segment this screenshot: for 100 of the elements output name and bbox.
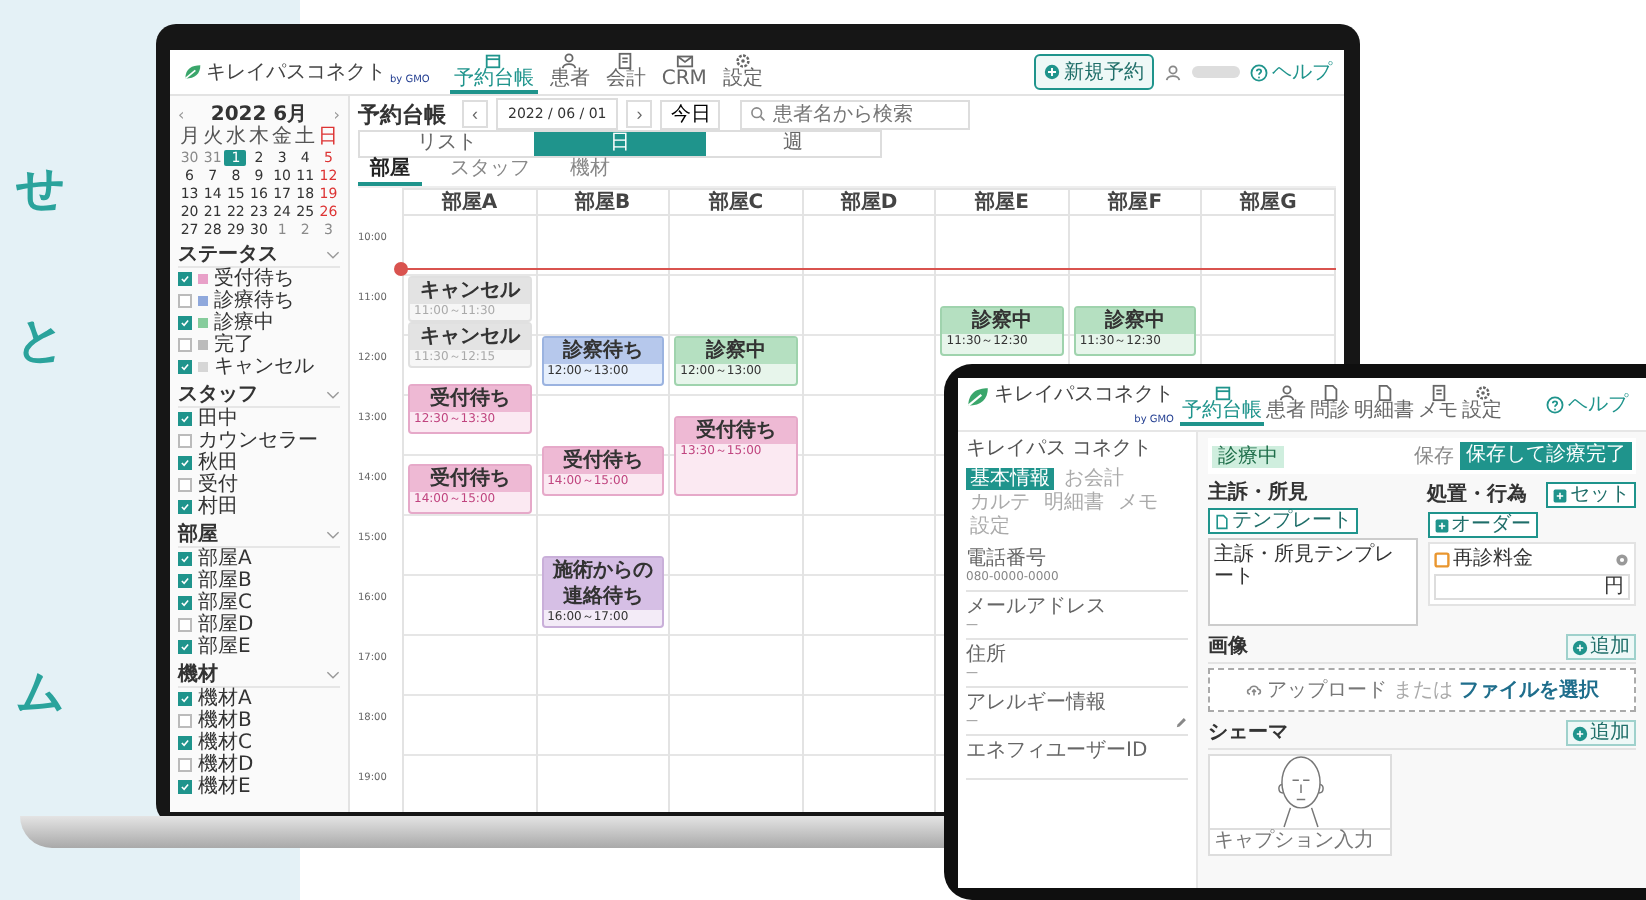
file-drop-area[interactable]: アップロード または ファイルを選択	[1208, 668, 1636, 712]
month-label: 2022 6月	[210, 103, 308, 125]
time-label: 11:00	[358, 292, 387, 304]
add-treatment-button[interactable]: オーダー	[1427, 512, 1537, 538]
section-title: 画像	[1208, 636, 1248, 658]
document-icon	[1375, 383, 1393, 401]
item-icon	[1433, 551, 1449, 567]
document-icon	[1321, 383, 1339, 401]
weekday-label: 土	[295, 126, 316, 148]
settings-icon[interactable]	[1614, 551, 1630, 567]
checkbox[interactable]	[178, 780, 192, 794]
help-link[interactable]: ヘルプ	[1546, 390, 1628, 418]
field-label: アレルギー情報	[966, 692, 1108, 714]
checkbox[interactable]	[178, 714, 192, 728]
checkbox[interactable]	[178, 758, 192, 772]
nav-tab[interactable]: CRM	[657, 51, 711, 93]
plus-icon	[1433, 517, 1449, 533]
nav-tab[interactable]: メモ	[1416, 383, 1460, 425]
calendar-icon	[484, 51, 503, 69]
filter-label: 機材E	[198, 776, 251, 798]
plus-icon	[1572, 725, 1588, 741]
logo-icon	[182, 62, 202, 82]
complaint-text-area[interactable]: 主訴・所見テンプレート	[1208, 538, 1417, 626]
new-reservation-button[interactable]: 新規予約	[1034, 54, 1154, 90]
chevron-icon[interactable]	[326, 669, 340, 679]
filter-section-title: 機材	[178, 663, 218, 685]
filter-section-title: ステータス	[178, 243, 278, 265]
nav-tab[interactable]: 予約台帳	[449, 51, 538, 93]
document-icon	[616, 51, 635, 69]
time-label: 16:00	[358, 592, 387, 604]
search-field[interactable]: 患者名から検索	[740, 99, 971, 129]
nav-tab[interactable]: 患者	[1264, 383, 1308, 425]
chevron-icon[interactable]	[326, 529, 340, 539]
nav-tab[interactable]: 問診	[1308, 383, 1352, 425]
filter-label: 完了	[214, 334, 254, 356]
time-label: 19:00	[358, 772, 387, 784]
help-link[interactable]: ヘルプ	[1250, 58, 1332, 86]
previous-day-button[interactable]: ‹	[462, 100, 488, 128]
save-button[interactable]: 保存	[1414, 445, 1454, 467]
add-button[interactable]: 追加	[1566, 634, 1636, 660]
checkbox[interactable]	[178, 596, 192, 610]
nav-tab[interactable]: 明細書	[1352, 383, 1416, 425]
logo-text: キレイパスコネクト	[994, 384, 1174, 408]
next-day-button[interactable]: ›	[626, 100, 653, 128]
add-button[interactable]: 追加	[1566, 720, 1636, 746]
checkbox[interactable]	[178, 338, 192, 352]
plus-icon	[1552, 487, 1568, 503]
headline-character: と	[16, 312, 66, 368]
time-label: 10:00	[358, 232, 387, 244]
filter-label: キャンセル	[214, 356, 314, 378]
checkbox[interactable]	[178, 478, 192, 492]
checkbox[interactable]	[178, 434, 192, 448]
checkbox[interactable]	[178, 360, 192, 374]
template-button[interactable]: テンプレート	[1208, 508, 1358, 534]
field-label: 住所	[966, 644, 1008, 666]
nav-tab[interactable]: 患者	[545, 51, 594, 93]
caption-field[interactable]: キャプション入力	[1210, 828, 1390, 854]
checkbox[interactable]	[178, 618, 192, 632]
subtab[interactable]: スタッフ	[438, 158, 542, 186]
choose-file-link[interactable]: ファイルを選択	[1459, 676, 1599, 704]
add-treatment-button[interactable]: セット	[1546, 482, 1636, 508]
checkbox[interactable]	[178, 294, 192, 308]
chevron-icon[interactable]	[326, 389, 340, 399]
nav-tab[interactable]: 設定	[1460, 383, 1504, 425]
weekday-label: 木	[248, 126, 269, 148]
checkbox[interactable]	[178, 640, 192, 654]
checkbox[interactable]	[178, 500, 192, 514]
settings-icon	[733, 51, 752, 69]
view-toggle[interactable]: 日	[533, 132, 707, 156]
field-label: 電話番号	[966, 548, 1048, 570]
subtab[interactable]: 部屋	[358, 158, 422, 186]
filter-label: 部屋B	[198, 570, 252, 592]
time-label: 17:00	[358, 652, 387, 664]
today-button[interactable]: 今日	[660, 99, 721, 129]
subtab[interactable]: 機材	[558, 158, 622, 186]
status-badge: 診療中	[1212, 445, 1284, 467]
patient-tab[interactable]: 基本情報	[966, 468, 1054, 490]
checkbox[interactable]	[178, 736, 192, 750]
nav-tab[interactable]: 設定	[718, 51, 767, 93]
pencil-icon[interactable]	[1174, 715, 1188, 729]
checkbox[interactable]	[178, 412, 192, 426]
user-icon[interactable]	[1164, 63, 1182, 81]
filter-label: 診療中	[214, 312, 274, 334]
checkbox[interactable]	[178, 692, 192, 706]
checkbox[interactable]	[178, 316, 192, 330]
checkbox[interactable]	[178, 552, 192, 566]
cloud-upload-icon	[1245, 682, 1261, 698]
checkbox[interactable]	[178, 456, 192, 470]
nav-tab[interactable]: 予約台帳	[1180, 383, 1264, 425]
checkbox[interactable]	[178, 574, 192, 588]
checkbox[interactable]	[178, 272, 192, 286]
weekday-label: 金	[272, 126, 293, 148]
nav-tab[interactable]: 会計	[601, 51, 650, 93]
face-outline-drawing	[1275, 756, 1325, 828]
filter-label: カウンセラー	[198, 430, 318, 452]
headline-character: せ	[16, 160, 66, 216]
patient-name: キレイパス コネクト	[966, 438, 1155, 462]
save-and-complete-button[interactable]: 保存して診療完了	[1460, 442, 1632, 470]
chevron-icon[interactable]	[326, 249, 340, 259]
price-field[interactable]: 円	[1433, 574, 1630, 600]
